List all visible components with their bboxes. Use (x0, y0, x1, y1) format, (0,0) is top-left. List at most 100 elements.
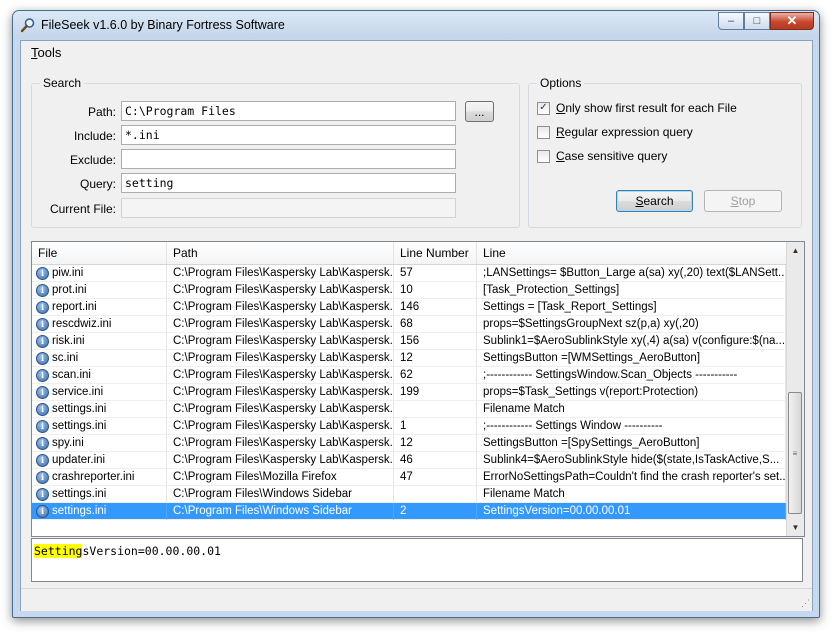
cell-line: Filename Match (477, 486, 786, 503)
cell-path: C:\Program Files\Kaspersky Lab\Kaspersk.… (167, 333, 394, 350)
cell-line-number: 46 (394, 452, 477, 469)
cell-line-number: 2 (394, 503, 477, 520)
cell-line-number: 1 (394, 418, 477, 435)
column-header-line[interactable]: Line (477, 242, 786, 264)
results-header: File Path Line Number Line (32, 242, 786, 265)
cell-text: ErrorNoSettingsPath=Couldn't find the cr… (483, 471, 786, 483)
cell-text: 156 (400, 335, 420, 347)
cell-file: i piw.ini (32, 265, 167, 282)
cell-file: i settings.ini (32, 503, 167, 520)
cell-text: C:\Program Files\Windows Sidebar (173, 488, 352, 500)
cell-text: ;------------ SettingsWindow.Scan_Object… (483, 369, 738, 381)
cell-text: C:\Program Files\Kaspersky Lab\Kaspersk.… (173, 335, 394, 347)
cell-path: C:\Program Files\Kaspersky Lab\Kaspersk.… (167, 435, 394, 452)
cell-file: i service.ini (32, 384, 167, 401)
table-row[interactable]: i sc.ini C:\Program Files\Kaspersky Lab\Ka… (32, 350, 786, 367)
include-input[interactable]: *.ini (121, 125, 456, 145)
column-header-file[interactable]: File (32, 242, 167, 264)
query-input[interactable]: setting (121, 173, 456, 193)
exclude-input[interactable] (121, 149, 456, 169)
cell-text: props=$SettingsGroupNext sz(p,a) xy(,20) (483, 318, 699, 330)
cell-line: ErrorNoSettingsPath=Couldn't find the cr… (477, 469, 786, 486)
cell-text: report.ini (52, 301, 97, 313)
cell-file: i settings.ini (32, 418, 167, 435)
window-title: FileSeek v1.6.0 by Binary Fortress Softw… (41, 18, 285, 32)
resize-grip-icon[interactable]: ⋰ (801, 598, 810, 609)
minimize-button[interactable]: – (718, 12, 744, 30)
cell-text: C:\Program Files\Kaspersky Lab\Kaspersk.… (173, 386, 394, 398)
table-row[interactable]: i service.ini C:\Program Files\Kaspersky L… (32, 384, 786, 401)
table-row[interactable]: i settings.ini C:\Program Files\Windows Si… (32, 486, 786, 503)
case-sensitive-checkbox[interactable]: Case sensitive query (537, 148, 667, 164)
cell-text: sc.ini (52, 352, 79, 364)
close-button[interactable]: ✕ (770, 12, 814, 30)
cell-line-number: 47 (394, 469, 477, 486)
results-scrollbar[interactable]: ▲ ≡ ▼ (786, 242, 804, 536)
cell-text: settings.ini (52, 420, 107, 432)
table-row[interactable]: i prot.ini C:\Program Files\Kaspersky Lab\… (32, 282, 786, 299)
cell-line: props=$Task_Settings v(report:Protection… (477, 384, 786, 401)
browse-button[interactable]: ... (465, 101, 494, 122)
cell-line-number (394, 401, 477, 418)
line-preview[interactable]: SettingsVersion=00.00.00.01 (31, 538, 803, 582)
column-header-line-number[interactable]: Line Number (394, 242, 477, 264)
cell-line-number: 57 (394, 265, 477, 282)
table-row[interactable]: i piw.ini C:\Program Files\Kaspersky Lab\K… (32, 265, 786, 282)
cell-text: 10 (400, 284, 413, 296)
scroll-down-arrow-icon[interactable]: ▼ (787, 519, 804, 536)
table-row[interactable]: i rescdwiz.ini C:\Program Files\Kaspersky … (32, 316, 786, 333)
cell-line: Sublink4=$AeroSublinkStyle hide($(state,… (477, 452, 786, 469)
info-file-icon: i (36, 471, 49, 484)
info-file-icon: i (36, 369, 49, 382)
cell-path: C:\Program Files\Kaspersky Lab\Kaspersk.… (167, 418, 394, 435)
cell-text: 57 (400, 267, 413, 279)
regex-checkbox[interactable]: Regular expression query (537, 124, 693, 140)
regex-check-box[interactable] (537, 125, 550, 139)
cell-line: SettingsButton =[WMSettings_AeroButton] (477, 350, 786, 367)
table-row[interactable]: i spy.ini C:\Program Files\Kaspersky Lab\K… (32, 435, 786, 452)
cell-path: C:\Program Files\Kaspersky Lab\Kaspersk.… (167, 299, 394, 316)
client-area: Tools Search Path: C:\Program Files ... … (20, 40, 813, 611)
cell-text: C:\Program Files\Kaspersky Lab\Kaspersk.… (173, 369, 394, 381)
menu-bar: Tools (21, 41, 812, 63)
results-body: i piw.ini C:\Program Files\Kaspersky Lab\K… (32, 265, 786, 535)
scroll-up-arrow-icon[interactable]: ▲ (787, 242, 804, 259)
cell-path: C:\Program Files\Kaspersky Lab\Kaspersk.… (167, 350, 394, 367)
cell-text: C:\Program Files\Kaspersky Lab\Kaspersk.… (173, 454, 394, 466)
table-row[interactable]: i report.ini C:\Program Files\Kaspersky La… (32, 299, 786, 316)
cell-text: 68 (400, 318, 413, 330)
maximize-button[interactable]: □ (744, 12, 770, 30)
scroll-thumb[interactable]: ≡ (788, 392, 802, 514)
first-result-check-box[interactable]: ✓ (537, 101, 550, 115)
table-row[interactable]: i crashreporter.ini C:\Program Files\Mozil… (32, 469, 786, 486)
table-row[interactable]: i settings.ini C:\Program Files\Windows Si… (32, 503, 786, 520)
cell-path: C:\Program Files\Windows Sidebar (167, 503, 394, 520)
case-sensitive-check-box[interactable] (537, 149, 550, 163)
menu-tools[interactable]: Tools (31, 45, 61, 60)
cell-text: C:\Program Files\Kaspersky Lab\Kaspersk.… (173, 420, 394, 432)
cell-text: props=$Task_Settings v(report:Protection… (483, 386, 699, 398)
cell-line: SettingsVersion=00.00.00.01 (477, 503, 786, 520)
cell-file: i risk.ini (32, 333, 167, 350)
table-row[interactable]: i risk.ini C:\Program Files\Kaspersky Lab\… (32, 333, 786, 350)
magnifier-icon (20, 18, 35, 33)
current-file-field (121, 198, 456, 218)
search-button[interactable]: Search (616, 190, 693, 212)
cell-text: SettingsButton =[SpySettings_AeroButton] (483, 437, 700, 449)
table-row[interactable]: i settings.ini C:\Program Files\Kaspersky … (32, 418, 786, 435)
first-result-checkbox[interactable]: ✓ Only show first result for each File (537, 100, 737, 116)
table-row[interactable]: i settings.ini C:\Program Files\Kaspersky … (32, 401, 786, 418)
regex-label: Regular expression query (556, 125, 693, 139)
cell-path: C:\Program Files\Kaspersky Lab\Kaspersk.… (167, 282, 394, 299)
table-row[interactable]: i scan.ini C:\Program Files\Kaspersky Lab\… (32, 367, 786, 384)
path-input[interactable]: C:\Program Files (121, 101, 456, 121)
title-bar[interactable]: FileSeek v1.6.0 by Binary Fortress Softw… (13, 11, 819, 39)
info-file-icon: i (36, 488, 49, 501)
table-row[interactable]: i updater.ini C:\Program Files\Kaspersky L… (32, 452, 786, 469)
cell-text: settings.ini (52, 505, 107, 517)
cell-text: crashreporter.ini (52, 471, 135, 483)
status-bar: ⋰ (21, 588, 812, 611)
cell-text: [Task_Protection_Settings] (483, 284, 620, 296)
column-header-path[interactable]: Path (167, 242, 394, 264)
results-list[interactable]: File Path Line Number Line i piw.ini C:\Pr… (31, 241, 805, 537)
